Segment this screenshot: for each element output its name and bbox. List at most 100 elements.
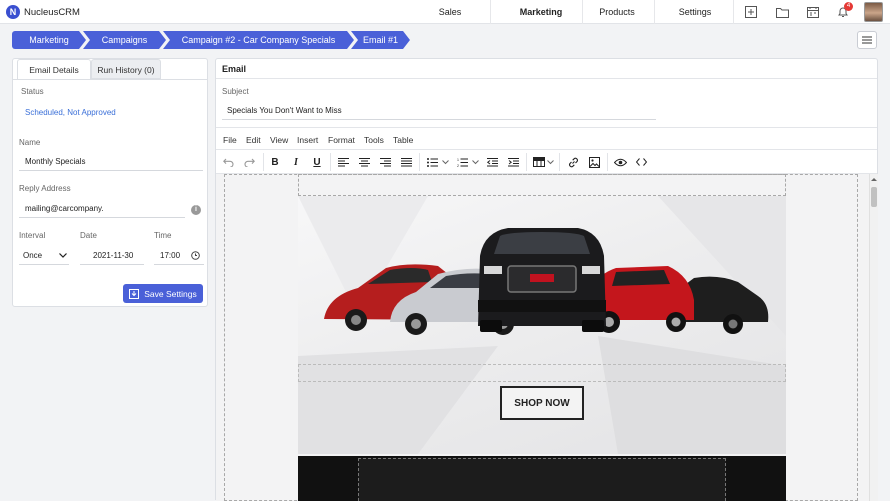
bold-icon[interactable]: B	[267, 154, 283, 170]
user-avatar[interactable]	[864, 2, 883, 22]
nav-products[interactable]: Products	[592, 7, 642, 17]
toolbar-separator	[263, 153, 264, 171]
add-icon[interactable]	[744, 5, 758, 19]
status-value: Scheduled, Not Approved	[25, 108, 116, 117]
italic-icon[interactable]: I	[288, 154, 304, 170]
toolbar-divider	[216, 149, 877, 150]
nav-marketing[interactable]: Marketing	[511, 7, 571, 17]
dark-inner-block	[358, 458, 726, 501]
menu-divider	[216, 127, 877, 128]
scroll-up-icon	[871, 178, 877, 181]
align-left-icon[interactable]	[335, 154, 351, 170]
chevron-down-icon	[59, 253, 67, 258]
indent-icon[interactable]	[505, 154, 521, 170]
app-name[interactable]: NucleusCRM	[24, 7, 80, 18]
canvas-scrollbar[interactable]	[869, 174, 878, 501]
tab-run-history[interactable]: Run History (0)	[91, 59, 161, 79]
menu-tools[interactable]: Tools	[364, 135, 384, 145]
align-center-icon[interactable]	[356, 154, 372, 170]
menu-view[interactable]: View	[270, 135, 288, 145]
app-logo[interactable]: N	[6, 5, 20, 19]
save-icon	[129, 288, 140, 299]
save-settings-button[interactable]: Save Settings	[123, 284, 203, 303]
email-title: Email	[222, 64, 247, 74]
email-canvas[interactable]: SHOP NOW	[216, 174, 869, 501]
chevron-down-icon[interactable]	[470, 154, 480, 170]
breadcrumb-marketing[interactable]: Marketing	[12, 31, 86, 49]
email-editor-panel: Email Subject Specials You Don't Want to…	[215, 58, 878, 501]
toolbar-separator	[419, 153, 420, 171]
menu-format[interactable]: Format	[328, 135, 355, 145]
toolbar-separator	[607, 153, 608, 171]
image-icon[interactable]	[586, 154, 602, 170]
preview-eye-icon[interactable]	[612, 154, 628, 170]
nav-sales[interactable]: Sales	[425, 7, 475, 17]
menu-edit[interactable]: Edit	[246, 135, 261, 145]
time-underline	[154, 264, 204, 265]
underline-icon[interactable]: U	[309, 154, 325, 170]
shop-now-button[interactable]: SHOP NOW	[500, 386, 584, 420]
time-field[interactable]: 17:00	[160, 251, 180, 260]
chevron-down-icon[interactable]	[440, 154, 450, 170]
top-bar: N NucleusCRM Sales Marketing Products Se…	[0, 0, 890, 24]
breadcrumb-email[interactable]: Email #1	[351, 31, 410, 49]
name-field[interactable]: Monthly Specials	[25, 157, 85, 166]
reply-address-field[interactable]: mailing@carcompany.	[25, 204, 104, 213]
save-settings-label: Save Settings	[144, 288, 197, 299]
shop-now-label: SHOP NOW	[514, 397, 570, 409]
numbered-list-icon[interactable]: 12	[454, 154, 470, 170]
tab-divider	[13, 79, 207, 80]
subject-label: Subject	[222, 87, 249, 96]
breadcrumb-campaign[interactable]: Campaign #2 - Car Company Specials	[163, 31, 354, 49]
outdent-icon[interactable]	[484, 154, 500, 170]
reply-address-label: Reply Address	[19, 184, 71, 193]
calendar-icon[interactable]	[806, 5, 820, 19]
toolbar-separator	[526, 153, 527, 171]
time-label: Time	[154, 231, 172, 240]
undo-icon[interactable]	[220, 154, 236, 170]
align-justify-icon[interactable]	[398, 154, 414, 170]
chevron-down-icon[interactable]	[545, 154, 555, 170]
menu-insert[interactable]: Insert	[297, 135, 318, 145]
notification-badge: 4	[844, 2, 853, 11]
spacer-guide	[298, 364, 786, 382]
header-block	[298, 174, 786, 196]
hamburger-icon	[862, 36, 872, 44]
menu-button[interactable]	[857, 31, 877, 49]
nav-divider	[733, 0, 734, 24]
nav-divider	[582, 0, 583, 24]
status-label: Status	[21, 87, 44, 96]
reply-underline	[19, 217, 185, 218]
nav-divider	[654, 0, 655, 24]
toolbar-separator	[330, 153, 331, 171]
tab-email-details[interactable]: Email Details	[17, 59, 91, 79]
info-icon[interactable]: i	[191, 205, 201, 215]
subject-field[interactable]: Specials You Don't Want to Miss	[227, 106, 342, 115]
breadcrumb-campaigns[interactable]: Campaigns	[83, 31, 166, 49]
email-details-panel: Email Details Run History (0) Status Sch…	[12, 58, 208, 307]
folder-icon[interactable]	[775, 5, 789, 19]
bullet-list-icon[interactable]	[424, 154, 440, 170]
svg-text:1: 1	[457, 158, 459, 162]
menu-file[interactable]: File	[223, 135, 237, 145]
scrollbar-thumb[interactable]	[871, 187, 877, 207]
date-underline	[80, 264, 144, 265]
nav-settings[interactable]: Settings	[670, 7, 720, 17]
menu-table[interactable]: Table	[393, 135, 413, 145]
align-right-icon[interactable]	[377, 154, 393, 170]
interval-underline	[19, 264, 69, 265]
svg-text:2: 2	[457, 164, 459, 167]
title-divider	[216, 78, 877, 79]
subject-underline	[222, 119, 656, 120]
interval-select[interactable]: Once	[23, 251, 42, 260]
interval-label: Interval	[19, 231, 46, 240]
dark-content-block[interactable]	[298, 456, 786, 501]
name-label: Name	[19, 138, 41, 147]
date-field[interactable]: 2021-11-30	[93, 251, 133, 260]
source-code-icon[interactable]	[633, 154, 649, 170]
redo-icon[interactable]	[241, 154, 257, 170]
link-icon[interactable]	[565, 154, 581, 170]
toolbar-separator	[559, 153, 560, 171]
name-underline	[19, 170, 203, 171]
date-label: Date	[80, 231, 97, 240]
